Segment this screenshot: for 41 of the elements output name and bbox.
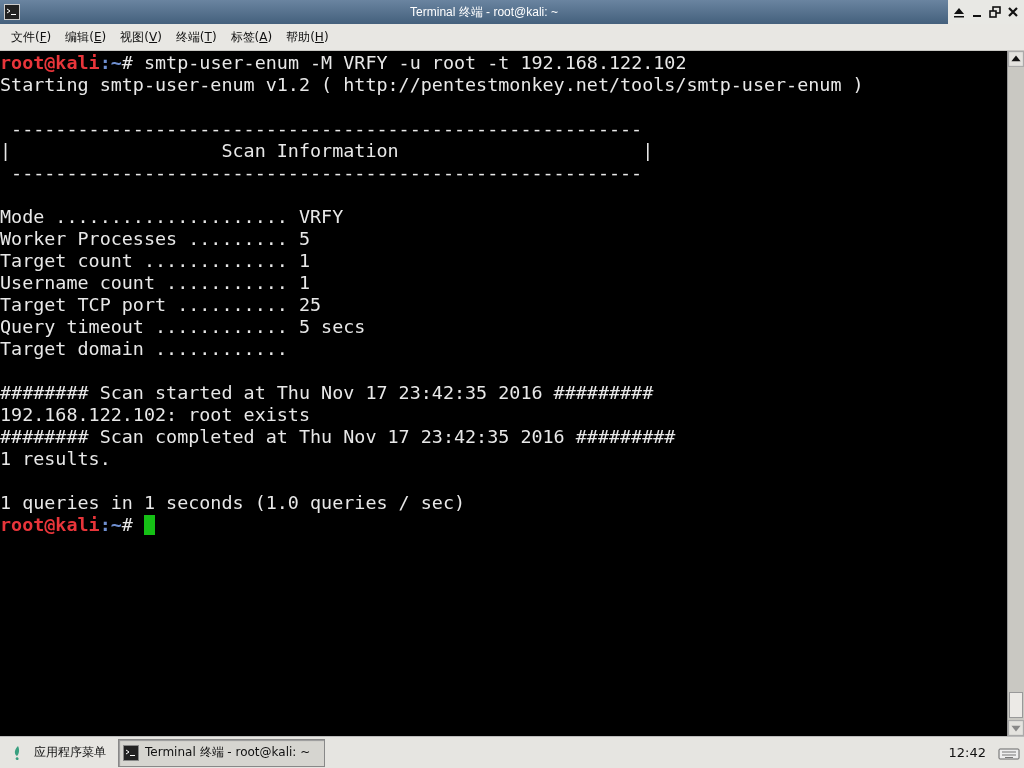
menu-item[interactable]: 文件(F) — [4, 28, 59, 46]
close-icon[interactable] — [1006, 5, 1020, 19]
scroll-up-icon[interactable] — [1008, 51, 1024, 67]
prompt-user: root@kali — [0, 52, 100, 73]
terminal-icon[interactable] — [4, 4, 20, 20]
output-line: ######## Scan completed at Thu Nov 17 23:42:35 2016 ######### — [0, 426, 676, 447]
menu-item[interactable]: 终端(T) — [168, 28, 224, 46]
output-line: Worker Processes ......... 5 — [0, 228, 311, 249]
clock: 12:42 — [948, 745, 986, 760]
output-line: ######## Scan started at Thu Nov 17 23:42:35 2016 ######### — [0, 382, 654, 403]
maximize-icon[interactable] — [988, 5, 1002, 19]
output-line: Mode ..................... VRFY — [0, 206, 344, 227]
prompt-path: :~ — [99, 514, 122, 535]
output-line: | Scan Information | — [0, 140, 654, 161]
window-title: Terminal 终端 - root@kali: ~ — [409, 3, 559, 21]
output-line: Target TCP port .......... 25 — [0, 294, 322, 315]
menu-item[interactable]: 编辑(E) — [58, 28, 114, 46]
prompt-path: :~ — [99, 52, 122, 73]
scroll-thumb[interactable] — [1009, 692, 1023, 718]
output-line: Username count ........... 1 — [0, 272, 311, 293]
menu-item[interactable]: 视图(V) — [113, 28, 169, 46]
app-menu-button[interactable]: 应用程序菜单 — [8, 744, 112, 761]
output-line: --------------------------------------------------------- — [10, 162, 643, 183]
terminal-icon — [123, 744, 139, 761]
output-line: 1 queries in 1 seconds (1.0 queries / sec) — [0, 492, 466, 513]
scroll-down-icon[interactable] — [1008, 720, 1024, 736]
output-line: Query timeout ............ 5 secs — [0, 316, 366, 337]
command-text: smtp-user-enum -M VRFY -u root -t 192.168.122.102 — [143, 52, 687, 73]
prompt-symbol: # — [121, 514, 133, 535]
scrollbar[interactable] — [1007, 51, 1024, 736]
output-line: Target domain ............ — [0, 338, 288, 359]
output-line: Target count ............. 1 — [0, 250, 311, 271]
prompt-user: root@kali — [0, 514, 100, 535]
output-line: --------------------------------------------------------- — [10, 118, 643, 139]
menu-item[interactable]: 帮助(H) — [279, 28, 336, 46]
menu-item[interactable]: 标签(A) — [223, 28, 280, 46]
output-line: 192.168.122.102: root exists — [0, 404, 311, 425]
output-line: Starting smtp-user-enum v1.2 ( http://pentestmonkey.net/tools/smtp-user-enum ) — [0, 74, 864, 95]
prompt-symbol: # — [121, 52, 133, 73]
output-line: 1 results. — [0, 448, 111, 469]
taskbar-task-button[interactable]: Terminal 终端 - root@kali: ~ — [118, 738, 326, 767]
